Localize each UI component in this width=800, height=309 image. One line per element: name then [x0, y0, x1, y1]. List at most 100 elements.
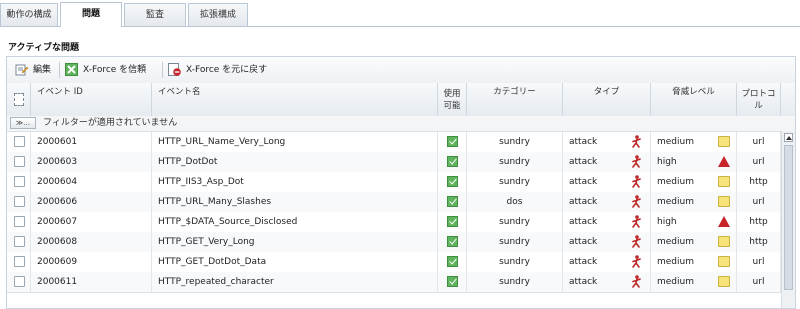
cell-enabled: [438, 132, 467, 152]
row-select-cell: [7, 172, 31, 192]
name-text: HTTP_DotDot: [158, 157, 218, 167]
enabled-check-icon: [446, 256, 458, 267]
cell-type: attack: [563, 132, 651, 152]
cell-protocol: http: [737, 232, 781, 252]
protocol-text: http: [749, 177, 768, 187]
severity-text: medium: [657, 257, 694, 267]
name-text: HTTP_$DATA_Source_Disclosed: [158, 217, 298, 227]
cell-type: attack: [563, 272, 651, 292]
cell-enabled: [438, 212, 467, 232]
column-type[interactable]: タイプ: [563, 83, 651, 116]
column-event-name[interactable]: イベント名: [152, 83, 438, 116]
protocol-text: url: [752, 257, 765, 267]
row-checkbox[interactable]: [14, 136, 25, 147]
id-text: 2000607: [37, 217, 78, 227]
xforce-trust-icon: [65, 63, 78, 76]
severity-text: medium: [657, 177, 694, 187]
table-row[interactable]: 2000607 HTTP_$DATA_Source_Disclosed sundry…: [7, 212, 781, 233]
type-text: attack: [569, 277, 598, 287]
row-checkbox[interactable]: [14, 156, 25, 167]
attack-icon: [632, 215, 641, 228]
row-select-cell: [7, 272, 31, 292]
cell-category: sundry: [467, 132, 563, 152]
column-severity[interactable]: 脅威レベル: [651, 83, 737, 116]
name-text: HTTP_IIS3_Asp_Dot: [158, 177, 244, 187]
tab-behavior-config[interactable]: 動作の構成: [0, 3, 58, 26]
scroll-thumb[interactable]: [784, 145, 793, 290]
category-text: sundry: [499, 157, 530, 167]
severity-high-icon: [718, 216, 730, 227]
category-text: sundry: [499, 277, 530, 287]
table-row[interactable]: 2000608 HTTP_GET_Very_Long sundry attack med…: [7, 232, 781, 253]
severity-medium-icon: [718, 176, 730, 187]
table-row[interactable]: 2000604 HTTP_IIS3_Asp_Dot sundry attack medi…: [7, 172, 781, 193]
xforce-revert-icon: [168, 63, 181, 76]
cell-name: HTTP_URL_Name_Very_Long: [152, 132, 438, 152]
row-checkbox[interactable]: [14, 196, 25, 207]
severity-medium-icon: [718, 276, 730, 287]
id-text: 2000609: [37, 257, 78, 267]
column-enabled[interactable]: 使用可能: [438, 83, 467, 116]
filter-status: フィルターが適用されていません: [43, 118, 178, 128]
row-checkbox[interactable]: [14, 236, 25, 247]
cell-category: dos: [467, 192, 563, 212]
filter-button[interactable]: ≫…: [10, 117, 36, 129]
column-category[interactable]: カテゴリー: [467, 83, 563, 116]
column-protocol[interactable]: プロトコル: [737, 83, 781, 116]
cell-enabled: [438, 152, 467, 172]
edit-button[interactable]: 編集: [15, 61, 51, 79]
table-row[interactable]: 2000601 HTTP_URL_Name_Very_Long sundry atta…: [7, 132, 781, 153]
cell-enabled: [438, 232, 467, 252]
category-text: sundry: [499, 257, 530, 267]
header-spacer: [781, 83, 795, 116]
column-event-id[interactable]: イベント ID: [31, 83, 152, 116]
select-all-checkbox[interactable]: [14, 93, 24, 106]
row-select-cell: [7, 132, 31, 152]
table-row[interactable]: 2000603 HTTP_DotDot sundry attack high url: [7, 152, 781, 173]
protocol-text: url: [752, 197, 765, 207]
type-text: attack: [569, 237, 598, 247]
tab-issues[interactable]: 問題: [60, 2, 122, 27]
revert-xforce-button[interactable]: X-Force を元に戻す: [168, 61, 267, 79]
table-header: イベント ID イベント名 使用可能 カテゴリー タイプ 脅威レベル プロトコル: [7, 83, 795, 117]
table-row[interactable]: 2000609 HTTP_GET_DotDot_Data sundry attack m…: [7, 252, 781, 273]
cell-category: sundry: [467, 232, 563, 252]
table-row[interactable]: 2000611 HTTP_repeated_character sundry atta…: [7, 272, 781, 293]
tab-audit[interactable]: 監査: [124, 3, 186, 26]
row-checkbox[interactable]: [14, 256, 25, 267]
type-text: attack: [569, 157, 598, 167]
cell-category: sundry: [467, 212, 563, 232]
severity-medium-icon: [718, 136, 730, 147]
protocol-text: http: [749, 217, 768, 227]
cell-name: HTTP_GET_DotDot_Data: [152, 252, 438, 272]
cell-name: HTTP_GET_Very_Long: [152, 232, 438, 252]
severity-medium-icon: [718, 236, 730, 247]
tab-extended-config[interactable]: 拡張構成: [188, 3, 248, 26]
cell-name: HTTP_URL_Many_Slashes: [152, 192, 438, 212]
row-checkbox[interactable]: [14, 276, 25, 287]
attack-icon: [632, 195, 641, 208]
table-row[interactable]: 2000606 HTTP_URL_Many_Slashes dos attack med…: [7, 192, 781, 213]
attack-icon: [632, 235, 641, 248]
cell-protocol: url: [737, 132, 781, 152]
cell-severity: high: [651, 212, 737, 232]
cell-id: 2000606: [31, 192, 152, 212]
issues-table-body: 2000601 HTTP_URL_Name_Very_Long sundry atta…: [7, 131, 781, 308]
row-checkbox[interactable]: [14, 216, 25, 227]
row-select-cell: [7, 152, 31, 172]
row-checkbox[interactable]: [14, 176, 25, 187]
cell-id: 2000603: [31, 152, 152, 172]
id-text: 2000606: [37, 197, 78, 207]
attack-icon: [632, 175, 641, 188]
cell-severity: medium: [651, 172, 737, 192]
type-text: attack: [569, 217, 598, 227]
section-title: アクティブな問題: [8, 43, 80, 53]
type-text: attack: [569, 177, 598, 187]
vertical-scrollbar[interactable]: [781, 131, 795, 308]
cell-severity: medium: [651, 252, 737, 272]
type-text: attack: [569, 197, 598, 207]
severity-medium-icon: [718, 256, 730, 267]
scroll-up-arrow-icon[interactable]: [784, 133, 793, 142]
trust-xforce-button[interactable]: X-Force を信頼: [65, 61, 146, 79]
cell-protocol: url: [737, 272, 781, 292]
